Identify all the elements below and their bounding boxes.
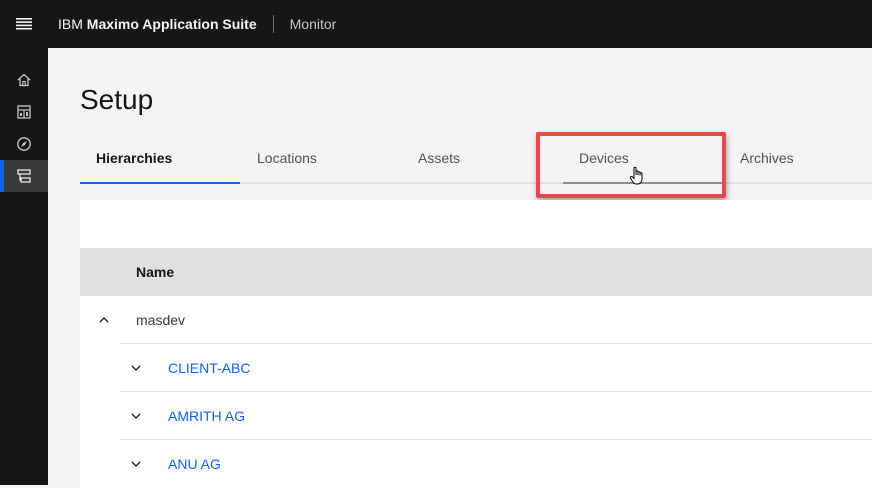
table-row[interactable]: ANU AG <box>80 440 872 488</box>
sidenav-item-setup[interactable] <box>0 160 48 192</box>
tab-locations-label: Locations <box>257 150 317 166</box>
product-brand[interactable]: IBM Maximo Application Suite <box>58 16 257 32</box>
tab-archives[interactable]: Archives <box>724 132 872 184</box>
tab-hierarchies-label: Hierarchies <box>96 150 173 166</box>
app-name[interactable]: Monitor <box>290 16 337 32</box>
row-link[interactable]: AMRITH AG <box>168 408 245 424</box>
page-title: Setup <box>80 84 154 115</box>
chevron-down-icon[interactable] <box>128 360 144 376</box>
header-divider <box>272 15 274 33</box>
tab-hierarchies[interactable]: Hierarchies <box>80 132 240 184</box>
hand-pointer-cursor-icon <box>629 166 647 191</box>
compass-icon <box>17 137 31 151</box>
table-row[interactable]: CLIENT-ABC <box>80 344 872 392</box>
row-label: masdev <box>136 312 186 328</box>
sidenav-item-home[interactable] <box>0 64 48 96</box>
row-link[interactable]: CLIENT-ABC <box>168 360 250 376</box>
column-header-name[interactable]: Name <box>136 264 174 280</box>
table-row[interactable]: masdev <box>80 296 872 344</box>
hierarchy-table: Name masdev CLIENT-ABC AMRITH AG ANU AG <box>80 200 872 488</box>
row-link[interactable]: ANU AG <box>168 456 221 472</box>
tab-assets-label: Assets <box>418 150 461 166</box>
table-toolbar <box>80 200 872 248</box>
table-row[interactable]: AMRITH AG <box>80 392 872 440</box>
dashboard-icon <box>17 105 31 119</box>
table-header: Name <box>80 248 872 296</box>
sidenav-item-dashboard[interactable] <box>0 96 48 128</box>
top-header-bar: IBM Maximo Application Suite Monitor <box>0 0 872 48</box>
hierarchy-icon <box>17 169 31 183</box>
tab-archives-label: Archives <box>740 150 794 166</box>
menu-icon[interactable] <box>0 0 48 48</box>
setup-tabs: Hierarchies Locations Assets Devices Arc… <box>80 132 872 184</box>
chevron-down-icon[interactable] <box>128 456 144 472</box>
brand-prefix: IBM <box>58 16 83 32</box>
chevron-down-icon[interactable] <box>128 408 144 424</box>
sidenav-item-explore[interactable] <box>0 128 48 160</box>
brand-name: Maximo Application Suite <box>86 16 257 32</box>
side-navigation <box>0 48 48 485</box>
home-icon <box>17 73 31 87</box>
chevron-up-icon[interactable] <box>96 312 112 328</box>
tab-locations[interactable]: Locations <box>241 132 401 184</box>
